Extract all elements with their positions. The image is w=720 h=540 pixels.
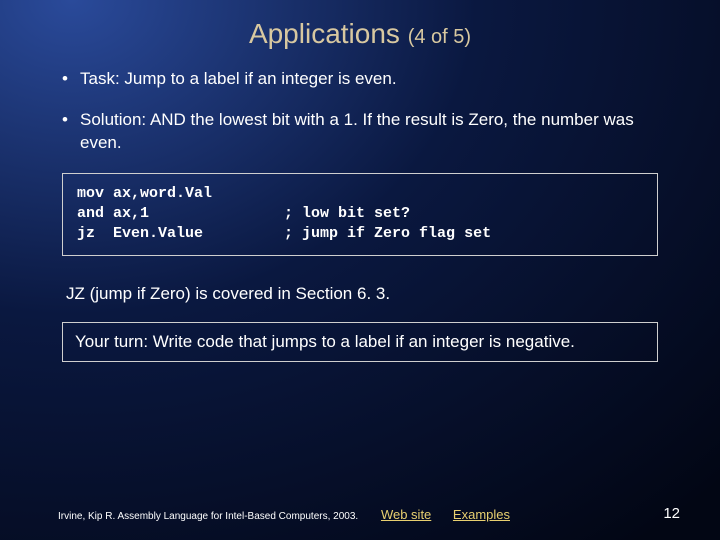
code-block: mov ax,word.Val and ax,1 ; low bit set? … [62, 173, 658, 256]
bullet-item: Task: Jump to a label if an integer is e… [58, 68, 662, 91]
link-examples[interactable]: Examples [453, 507, 510, 522]
bullet-item: Solution: AND the lowest bit with a 1. I… [58, 109, 662, 155]
title-sub: (4 of 5) [408, 26, 471, 48]
bullet-list: Task: Jump to a label if an integer is e… [58, 68, 662, 155]
footer: Irvine, Kip R. Assembly Language for Int… [58, 507, 680, 522]
slide-title: Applications (4 of 5) [0, 0, 720, 50]
footer-links: Web site Examples [381, 507, 528, 522]
title-main: Applications [249, 18, 400, 49]
note-text: JZ (jump if Zero) is covered in Section … [66, 284, 654, 304]
footer-credit: Irvine, Kip R. Assembly Language for Int… [58, 511, 358, 522]
page-number: 12 [663, 505, 680, 522]
slide-content: Task: Jump to a label if an integer is e… [0, 68, 720, 362]
yourturn-box: Your turn: Write code that jumps to a la… [62, 322, 658, 362]
link-website[interactable]: Web site [381, 507, 431, 522]
